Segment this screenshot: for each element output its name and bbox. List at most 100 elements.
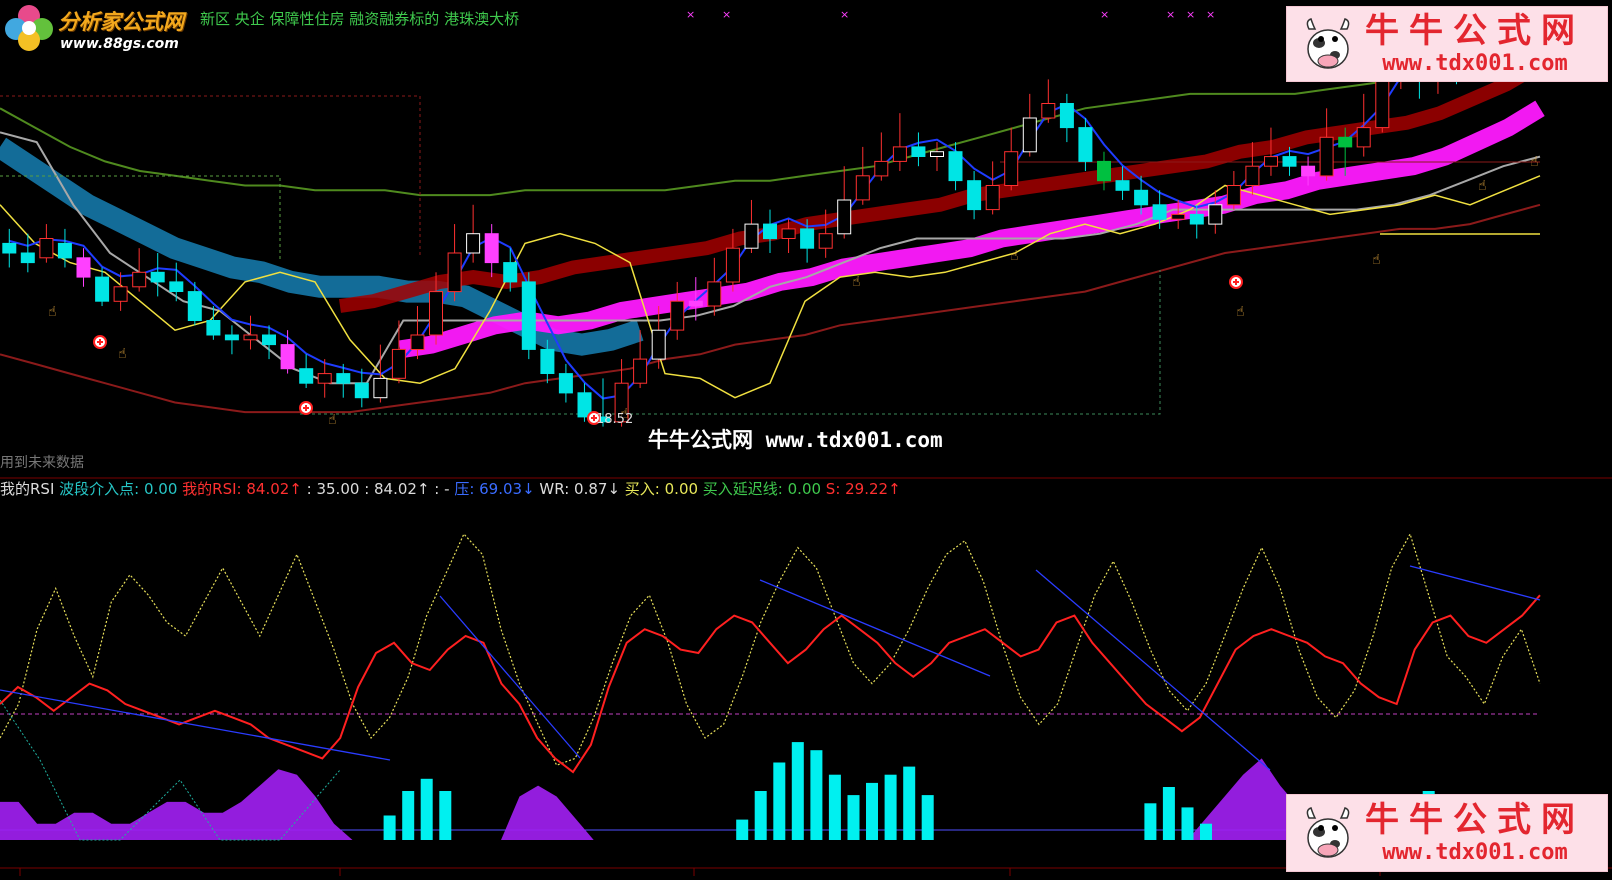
candle-body xyxy=(1059,103,1074,129)
cyan-signal-bar xyxy=(791,742,804,840)
candle-body xyxy=(206,320,221,336)
candle-body xyxy=(1189,213,1204,225)
candle-body xyxy=(744,223,759,249)
candle-body xyxy=(558,373,573,394)
hand-signal-icon: ☝ xyxy=(1530,154,1539,170)
cyan-signal-bar xyxy=(420,778,433,840)
candle-body xyxy=(633,358,648,384)
cyan-signal-bar xyxy=(1200,823,1212,840)
indicator-label: 我的RSI: xyxy=(177,480,242,498)
cyan-signal-bar xyxy=(921,795,934,840)
hand-signal-icon: ☝ xyxy=(328,412,337,428)
candle-body xyxy=(95,276,110,302)
hand-signal-icon: ☝ xyxy=(118,346,127,362)
hand-signal-icon: ☝ xyxy=(1010,248,1019,264)
rsi-trend-line xyxy=(1035,569,1271,771)
candle-body xyxy=(1097,160,1111,182)
indicator-value: 0.00 xyxy=(659,480,699,498)
candle-body xyxy=(707,281,722,307)
top-cross-marker: × xyxy=(1186,8,1195,21)
candle-body xyxy=(688,300,703,307)
indicator-label: 买入: xyxy=(620,480,660,498)
candle-body xyxy=(540,348,555,374)
indicator-value: 0.87↓ xyxy=(569,480,621,498)
indicator-label: 压: xyxy=(449,480,475,498)
indicator-label: : xyxy=(359,480,370,498)
candle-body xyxy=(1301,165,1316,177)
cyan-signal-bar xyxy=(847,795,860,840)
hand-signal-icon: ☝ xyxy=(852,274,861,290)
rsi-trend-line xyxy=(1409,565,1541,601)
rsi-line xyxy=(0,594,1541,774)
indicator-value: 0.00 xyxy=(139,480,178,498)
low-price-label: 18.52 xyxy=(596,412,634,427)
top-cross-marker: × xyxy=(840,8,849,21)
watermark-bottom: 牛牛公式网 www.tdx001.com xyxy=(1286,794,1608,872)
cyan-signal-bar xyxy=(1144,803,1157,840)
candle-body xyxy=(763,223,777,240)
rsi-trend-line xyxy=(0,689,391,761)
candle-body xyxy=(373,377,388,399)
candle-body xyxy=(1004,151,1019,186)
candle-body xyxy=(410,334,425,350)
indicator-label: 波段介入点: xyxy=(59,480,140,498)
wr-dotted-line xyxy=(0,532,1541,766)
candle-body xyxy=(317,373,332,384)
indicator-value: 35.00 xyxy=(311,480,360,498)
cyan-signal-bar xyxy=(828,774,841,840)
candle-body xyxy=(837,199,852,235)
cyan-signal-bar xyxy=(884,774,897,840)
rsi-trend-line xyxy=(759,579,991,677)
candle-body xyxy=(1115,180,1130,191)
candle-body xyxy=(800,228,815,249)
candle-body xyxy=(1171,213,1186,220)
cyan-signal-bar xyxy=(402,791,415,840)
indicator-value: 84.02↑ xyxy=(369,480,430,498)
candle-body xyxy=(1375,78,1390,129)
candle-body xyxy=(354,382,369,399)
indicator-label: : - xyxy=(429,480,450,498)
candle-body xyxy=(911,146,926,157)
candle-body xyxy=(855,175,870,201)
cyan-signal-bar xyxy=(1181,807,1194,840)
candle-body xyxy=(132,271,147,288)
indicator-label: S: xyxy=(821,480,841,498)
candle-body xyxy=(299,368,314,384)
cyan-signal-bar xyxy=(439,791,452,840)
candle-body xyxy=(1022,117,1037,153)
stock-concept-tags: 新区 央企 保障性住房 融资融券标的 港珠澳大桥 xyxy=(200,10,520,28)
candle-body xyxy=(1264,156,1278,167)
cyan-signal-bar xyxy=(810,750,823,840)
candle-body xyxy=(39,238,54,259)
candle-body xyxy=(20,252,35,264)
candle-body xyxy=(1078,127,1093,162)
candle-body xyxy=(150,271,165,283)
candle-body xyxy=(280,344,295,370)
candle-body xyxy=(818,233,833,249)
candle-body xyxy=(336,373,351,384)
candle-body xyxy=(169,281,184,292)
watermark-bottom-cn: 牛牛公式网 xyxy=(1365,800,1585,840)
cyan-signal-bar xyxy=(383,815,396,840)
candle-body xyxy=(670,300,685,331)
cyan-signal-bar xyxy=(903,766,916,840)
candle-body xyxy=(76,257,91,278)
cyan-signal-bar xyxy=(754,791,767,840)
hand-signal-icon: ☝ xyxy=(48,304,57,320)
candle-body xyxy=(948,151,963,182)
logo-url-text: www.88gs.com xyxy=(60,36,179,52)
cyan-signal-bar xyxy=(773,762,786,840)
candle-body xyxy=(874,160,889,177)
candle-body xyxy=(930,151,944,157)
top-cross-marker: × xyxy=(722,8,731,21)
candle-body xyxy=(781,228,796,239)
candle-body xyxy=(725,247,740,283)
candle-body xyxy=(224,334,239,341)
top-cross-marker: × xyxy=(1166,8,1175,21)
cyan-signal-bar xyxy=(736,819,749,840)
indicator-value: 0.00 xyxy=(782,480,822,498)
candle-body xyxy=(503,262,518,283)
candle-body xyxy=(1319,136,1334,177)
cyan-signal-bar xyxy=(1162,787,1175,840)
candle-body xyxy=(1338,136,1353,148)
